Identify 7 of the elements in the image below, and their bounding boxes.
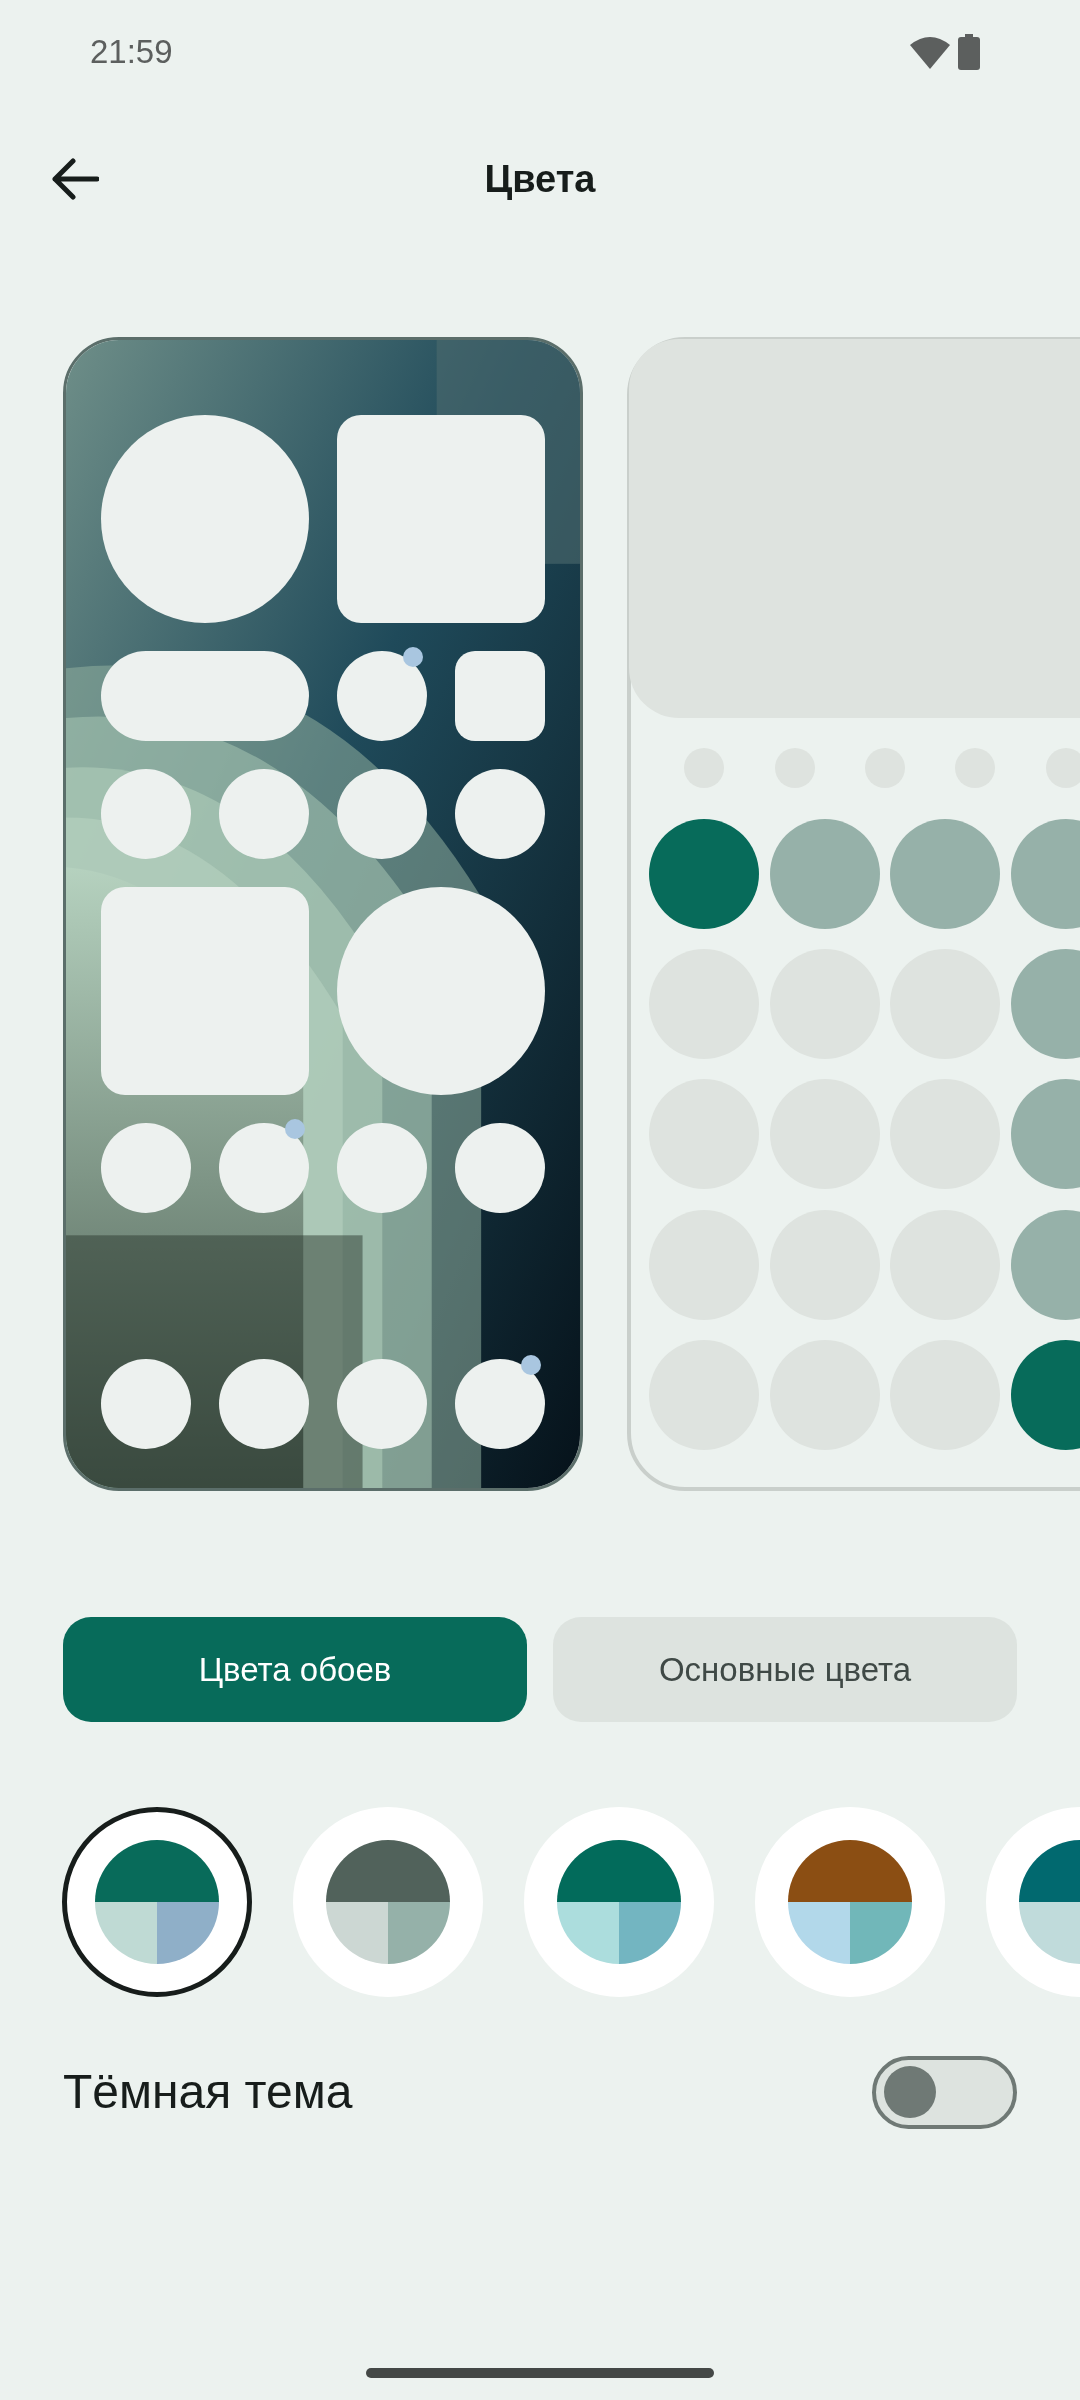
tab[interactable]: Цвета обоев <box>63 1617 527 1722</box>
dark-theme-label: Тёмная тема <box>63 2064 353 2120</box>
battery-icon <box>958 34 980 70</box>
tab[interactable]: Основные цвета <box>553 1617 1017 1722</box>
wifi-icon <box>910 35 950 69</box>
page-title: Цвета <box>484 156 596 202</box>
status-time: 21:59 <box>90 32 173 73</box>
